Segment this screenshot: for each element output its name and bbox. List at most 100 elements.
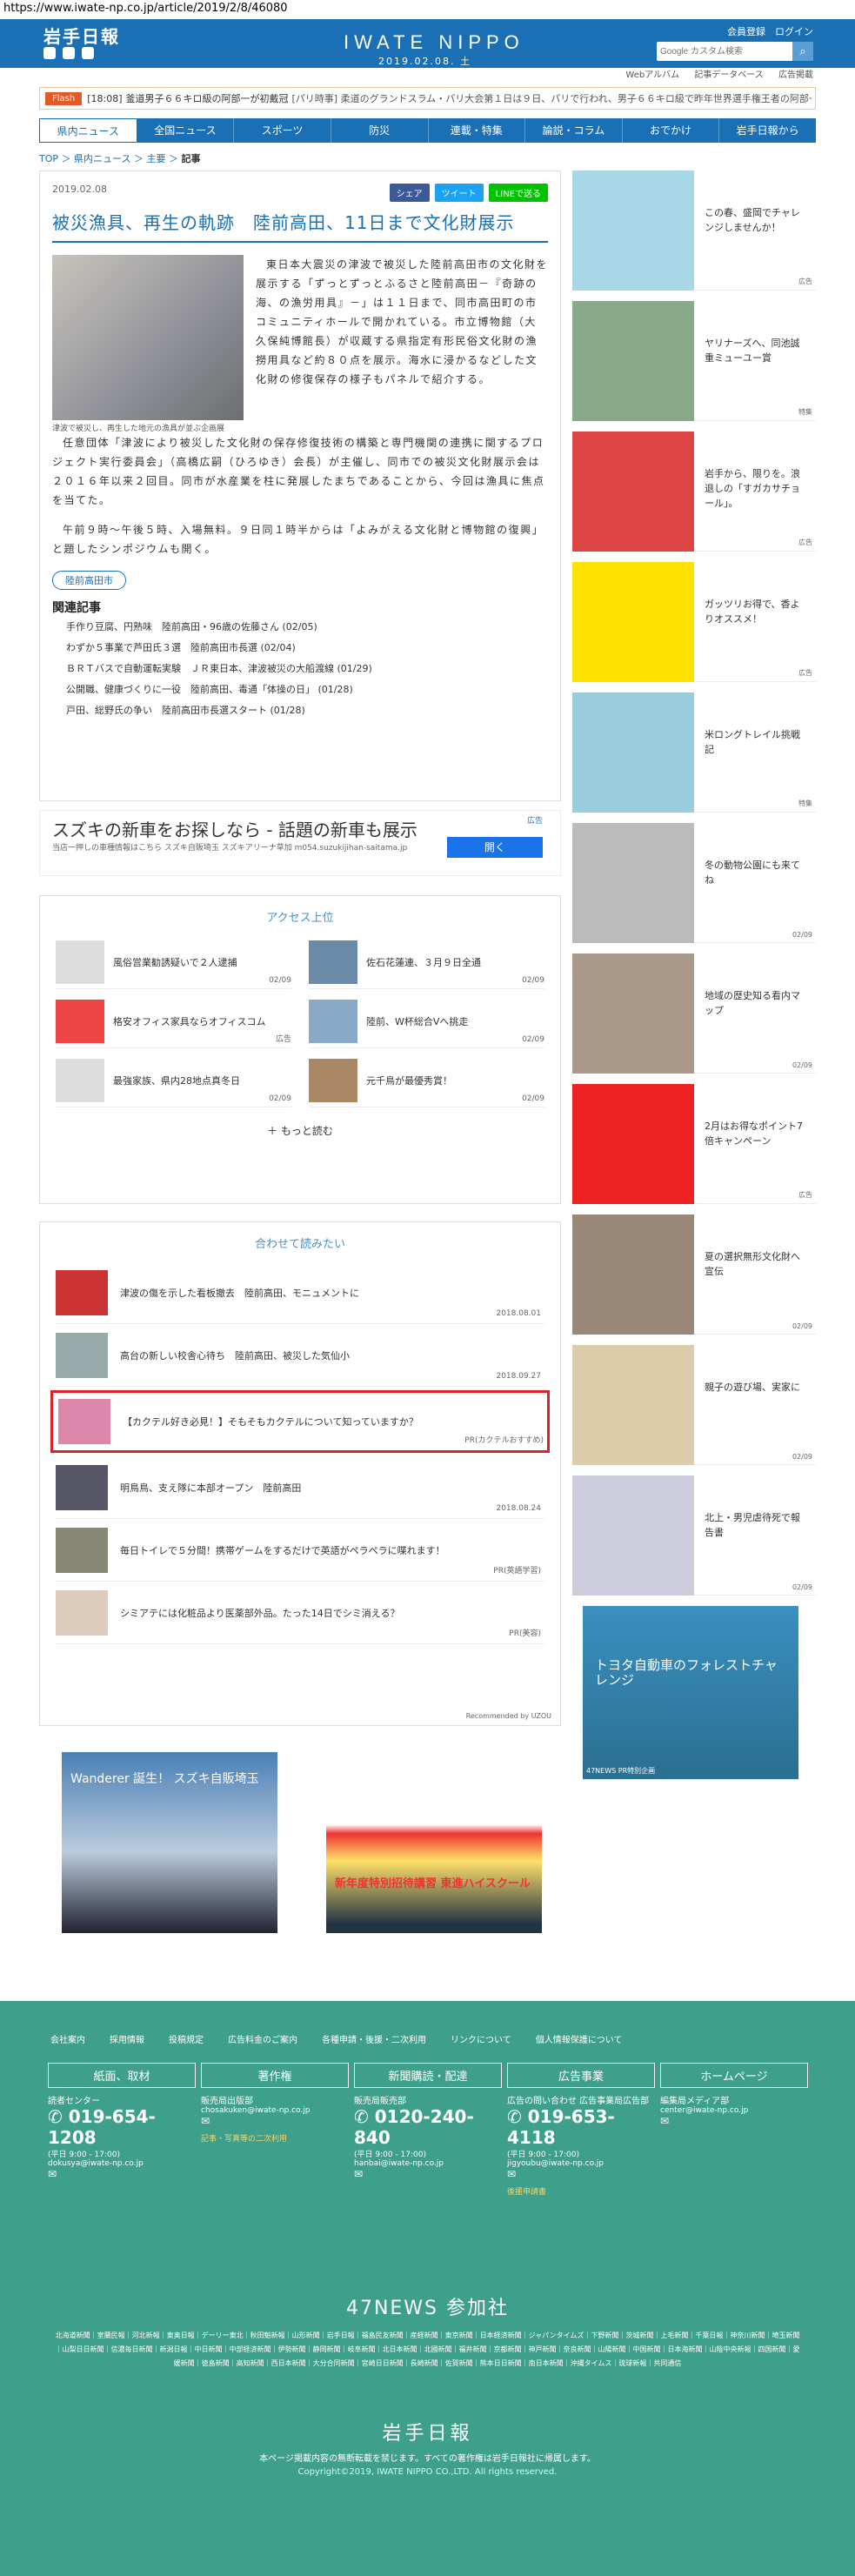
item-title[interactable]: 高台の新しい校舎心待ち 陸前高田、被災した気仙小 (120, 1348, 350, 1362)
footer-link[interactable]: リンクについて (451, 2032, 511, 2045)
item-title[interactable]: 格安オフィス家具ならオフィスコム (113, 1014, 266, 1028)
email[interactable]: hanbai@iwate-np.co.jp (354, 2159, 502, 2168)
sidebar-title[interactable]: この春、盛岡でチャレンジしませんか！ (694, 171, 816, 290)
mail-icon[interactable]: ✉ (507, 2168, 655, 2180)
footer-link[interactable]: 投稿規定 (169, 2032, 204, 2045)
contact-heading[interactable]: 紙面、取材 (48, 2063, 196, 2088)
related-link[interactable]: ＢＲＴバスで自動運転実験 ＪＲ東日本、津波被災の大船渡線 (01/29) (52, 658, 548, 679)
item-title[interactable]: 元千鳥が最優秀賞！ (366, 1074, 452, 1087)
mail-icon[interactable]: ✉ (354, 2168, 502, 2180)
footer-link[interactable]: 個人情報保護について (536, 2032, 623, 2045)
mail-icon[interactable]: ✉ (660, 2115, 808, 2127)
mail-icon[interactable]: ✉ (48, 2168, 196, 2180)
account-links[interactable]: 会員登録 ログイン (727, 24, 813, 38)
sidebar-title[interactable]: 米ロングトレイル挑戦記 (694, 693, 816, 812)
list-item[interactable]: 高台の新しい校舎心待ち 陸前高田、被災した気仙小 2018.09.27 (56, 1324, 544, 1387)
sidebar-item[interactable]: ヤリナーズへ、同池誠重ミューユー賞 特集 (572, 301, 816, 421)
topic-tag[interactable]: 陸前高田市 (52, 571, 126, 590)
list-item[interactable]: 津波の傷を示した看板撤去 陸前高田、モニュメントに 2018.08.01 (56, 1261, 544, 1324)
footer-link[interactable]: 採用情報 (110, 2032, 144, 2045)
article-photo[interactable] (52, 255, 244, 420)
facebook-icon[interactable] (63, 47, 75, 59)
sidebar-title[interactable]: 2月はお得なポイント7倍キャンペーン (694, 1084, 816, 1203)
crumb-main[interactable]: 主要 (146, 153, 165, 164)
related-link[interactable]: わずか５事業で芦田氏３選 陸前高田市長選 (02/04) (52, 637, 548, 658)
mail-icon[interactable]: ✉ (201, 2115, 349, 2127)
subnav-album[interactable]: Webアルバム (625, 70, 679, 80)
item-title[interactable]: 陸前、W杯総合Vへ挑走 (366, 1014, 468, 1028)
nav-outing[interactable]: おでかけ (623, 118, 720, 143)
nav-from-iwate[interactable]: 岩手日報から (719, 118, 816, 143)
highlighted-pr-item[interactable]: 【カクテル好き必見！】そもそもカクテルについて知っていますか？ PR(カクテルおす… (50, 1390, 550, 1453)
ad-open-button[interactable]: 開く (447, 837, 543, 858)
crumb-top[interactable]: TOP (39, 153, 58, 164)
search-icon[interactable]: ⌕ (792, 42, 813, 61)
recommended-by[interactable]: Recommended by UZOU (466, 1712, 551, 1720)
nav-national[interactable]: 全国ニュース (137, 118, 235, 143)
item-title[interactable]: 最強家族、県内28地点真冬日 (113, 1074, 240, 1087)
ranking-item[interactable]: 最強家族、県内28地点真冬日 02/09 (56, 1054, 291, 1107)
contact-heading[interactable]: 新聞購読・配達 (354, 2063, 502, 2088)
sidebar-title[interactable]: 親子の遊び場、実家に (694, 1345, 809, 1464)
list-item[interactable]: シミアテには化粧品より医薬部外品。たった14日でシミ消える？ PR(美容) (56, 1582, 544, 1644)
sidebar-item[interactable]: 地域の歴史知る看内マップ 02/09 (572, 953, 816, 1074)
sidebar-item[interactable]: 2月はお得なポイント7倍キャンペーン 広告 (572, 1084, 816, 1204)
site-logo[interactable]: 岩手日報 (43, 23, 120, 48)
nav-sports[interactable]: スポーツ (234, 118, 331, 143)
email[interactable]: center@iwate-np.co.jp (660, 2106, 808, 2115)
line-share-button[interactable]: LINEで送る (488, 184, 548, 202)
subnav-database[interactable]: 記事データベース (694, 70, 764, 80)
sidebar-title[interactable]: 岩手から、限りを。浪退しの「すガカサチョール」。 (694, 432, 816, 551)
contact-link[interactable]: 後援申請書 (507, 2185, 655, 2197)
instagram-icon[interactable] (82, 47, 94, 59)
email[interactable]: jigyoubu@iwate-np.co.jp (507, 2159, 655, 2168)
contact-heading[interactable]: 著作権 (201, 2063, 349, 2088)
ranking-item[interactable]: 元千鳥が最優秀賞！ 02/09 (309, 1054, 544, 1107)
sidebar-item[interactable]: この春、盛岡でチャレンジしませんか！ 広告 (572, 171, 816, 291)
nav-local[interactable]: 県内ニュース (39, 118, 137, 143)
footer-link[interactable]: 広告料金のご案内 (228, 2032, 297, 2045)
sidebar-item[interactable]: 岩手から、限りを。浪退しの「すガカサチョール」。 広告 (572, 432, 816, 552)
footer-link[interactable]: 会社案内 (50, 2032, 85, 2045)
related-link[interactable]: 公開職、健康づくりに一役 陸前高田、毒通「体操の日」 (01/28) (52, 679, 548, 699)
suzuki-wanderer-ad[interactable]: Wanderer 誕生！ スズキ自販埼玉 (62, 1752, 277, 1933)
sidebar-item[interactable]: 親子の遊び場、実家に 02/09 (572, 1345, 816, 1465)
nav-disaster[interactable]: 防災 (331, 118, 429, 143)
sidebar-item[interactable]: 米ロングトレイル挑戦記 特集 (572, 693, 816, 813)
twitter-icon[interactable] (43, 47, 56, 59)
toshin-ad[interactable]: 新年度特別招待講習 東進ハイスクール (326, 1752, 542, 1933)
nav-series[interactable]: 連載・特集 (429, 118, 526, 143)
contact-link[interactable]: 記事・写真等の二次利用 (201, 2132, 349, 2144)
ranking-item[interactable]: 格安オフィス家具ならオフィスコム 広告 (56, 994, 291, 1048)
item-title[interactable]: シミアテには化粧品より医薬部外品。たった14日でシミ消える？ (120, 1606, 399, 1620)
list-item[interactable]: 明鳥鳥、支え隊に本部オープン 陸前高田 2018.08.24 (56, 1456, 544, 1519)
item-title[interactable]: 【カクテル好き必見！】そもそもカクテルについて知っていますか？ (123, 1415, 418, 1429)
sidebar-title[interactable]: 地域の歴史知る看内マップ (694, 953, 816, 1073)
sidebar-title[interactable]: ヤリナーズへ、同池誠重ミューユー賞 (694, 301, 816, 420)
crumb-local[interactable]: 県内ニュース (74, 153, 130, 164)
flash-headline-2[interactable]: [パリ時事] 柔道のグランドスラム・パリ大会第１日は９日、パリで行われ、男子６６… (292, 91, 812, 105)
sidebar-title[interactable]: 冬の動物公園にも来てね (694, 823, 816, 942)
sidebar-title[interactable]: トヨタ自動車のフォレストチャレンジ (583, 1606, 798, 1688)
facebook-share-button[interactable]: シェア (389, 184, 430, 202)
email[interactable]: dokusya@iwate-np.co.jp (48, 2159, 196, 2168)
sidebar-title[interactable]: 夏の選択無形文化財へ宣伝 (694, 1214, 816, 1334)
contact-heading[interactable]: ホームページ (660, 2063, 808, 2088)
ranking-item[interactable]: 風俗営業勧誘疑いで２人逮捕 02/09 (56, 935, 291, 989)
related-link[interactable]: 手作り豆腐、円熟味 陸前高田・96歳の佐藤さん (02/05) (52, 616, 548, 637)
item-title[interactable]: 風俗営業勧誘疑いで２人逮捕 (113, 955, 237, 969)
ranking-item[interactable]: 陸前、W杯総合Vへ挑走 02/09 (309, 994, 544, 1048)
related-link[interactable]: 戸田、総野氏の争い 陸前高田市長選スタート (01/28) (52, 699, 548, 720)
more-button[interactable]: ＋ もっと読む (40, 1123, 560, 1138)
sidebar-item[interactable]: 夏の選択無形文化財へ宣伝 02/09 (572, 1214, 816, 1335)
sidebar-item[interactable]: 北上・男児虐待死で報告書 02/09 (572, 1475, 816, 1596)
item-title[interactable]: 津波の傷を示した看板撤去 陸前高田、モニュメントに (120, 1286, 359, 1300)
nav-column[interactable]: 論説・コラム (525, 118, 623, 143)
search-input[interactable] (657, 43, 792, 60)
list-item[interactable]: 毎日トイレで５分間！携帯ゲームをするだけで英語がペラペラに喋れます！ PR(英語学… (56, 1519, 544, 1582)
sidebar-title[interactable]: ガッツリお得で、香よりオススメ！ (694, 562, 816, 681)
tweet-button[interactable]: ツイート (434, 184, 484, 202)
sidebar-title[interactable]: 北上・男児虐待死で報告書 (694, 1475, 816, 1595)
partner-papers[interactable]: 北海道新聞｜室蘭民報｜河北新報｜東奥日報｜デーリー東北｜秋田魁新報｜山形新聞｜岩… (0, 2320, 855, 2379)
suzuki-ad[interactable]: スズキの新車をお探しなら - 話題の新車も展示 当店一押しの車種情報はこちら ス… (39, 810, 561, 876)
